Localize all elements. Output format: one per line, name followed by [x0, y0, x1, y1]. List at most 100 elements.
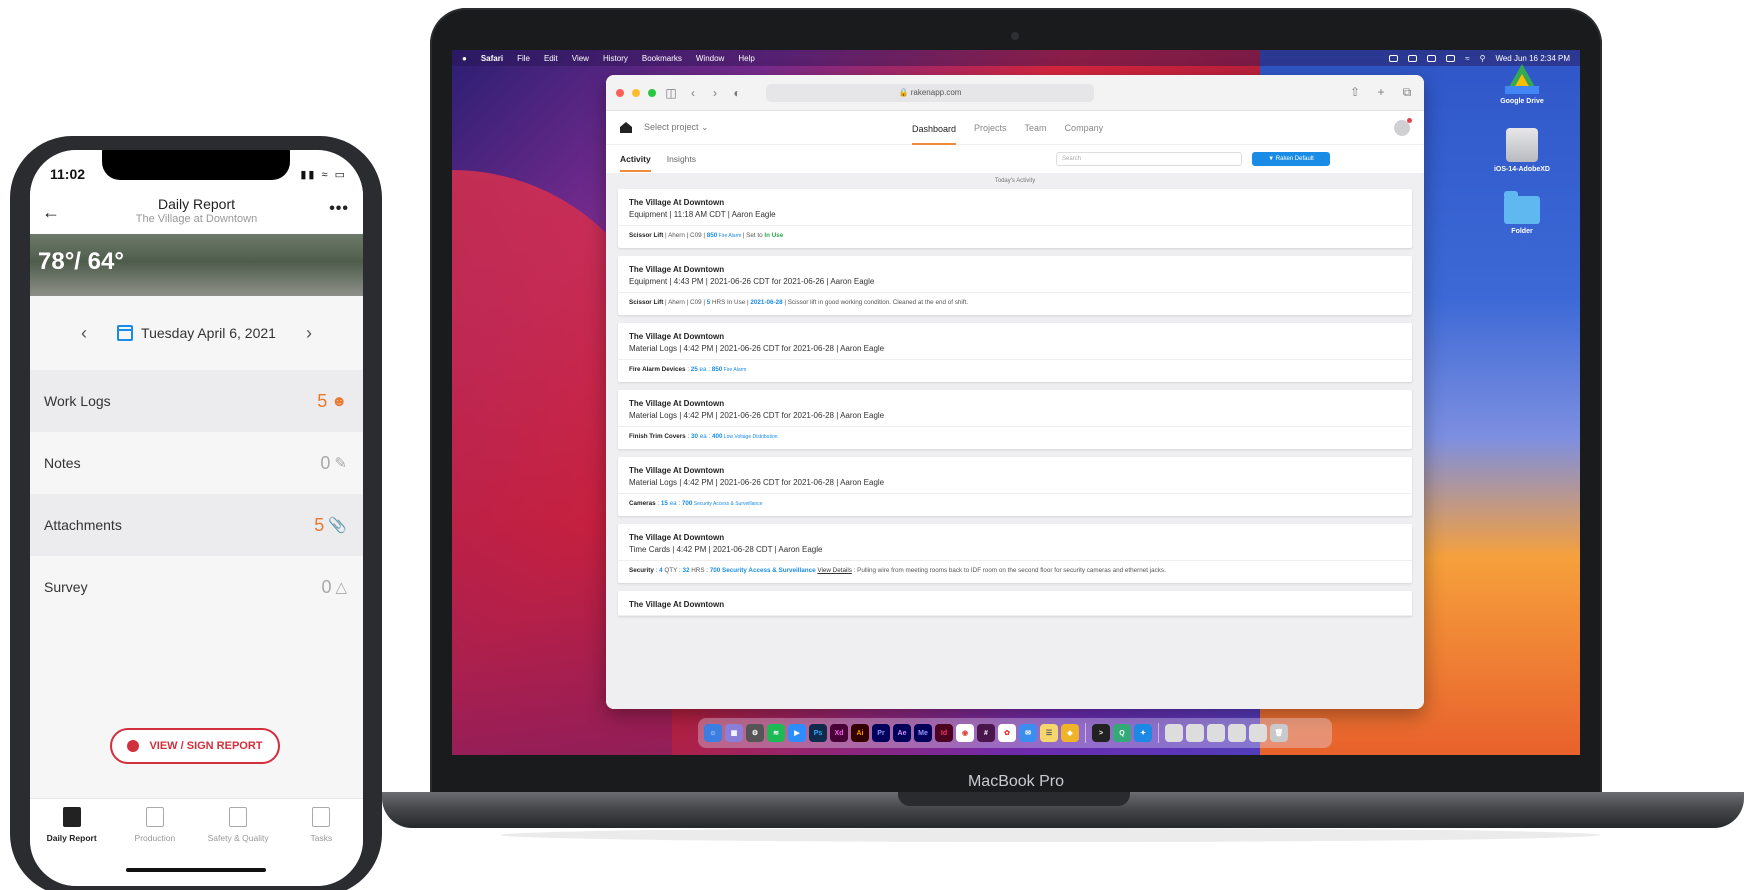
back-icon[interactable]: ‹	[686, 86, 700, 100]
sketch-icon[interactable]: ◆	[1061, 724, 1079, 742]
battery-icon[interactable]	[1446, 54, 1456, 62]
report-row-work-logs[interactable]: Work Logs 5 ☻	[30, 370, 363, 432]
wifi-icon[interactable]: ≈	[1465, 54, 1469, 63]
system-preferences-icon[interactable]: ⚙	[746, 724, 764, 742]
quicktime-icon[interactable]: Q	[1113, 724, 1131, 742]
photoshop-icon[interactable]: Ps	[809, 724, 827, 742]
tabs-overview-icon[interactable]: ⧉	[1400, 85, 1414, 100]
next-day-icon[interactable]: ›	[294, 323, 324, 344]
after-effects-icon[interactable]: Ae	[893, 724, 911, 742]
premiere-icon[interactable]: Pr	[872, 724, 890, 742]
mail-icon[interactable]: ✉	[1019, 724, 1037, 742]
person-icon: ☻	[331, 392, 347, 410]
activity-card[interactable]: The Village At Downtown Equipment | 4:43…	[618, 256, 1412, 315]
minimized-window-icon[interactable]	[1228, 724, 1246, 742]
date-picker[interactable]: Tuesday April 6, 2021	[117, 325, 276, 341]
media-encoder-icon[interactable]: Me	[914, 724, 932, 742]
minimize-window-button[interactable]	[632, 88, 640, 97]
card-qty-label: QTY :	[662, 567, 683, 574]
spotify-icon[interactable]: ≋	[767, 724, 785, 742]
illustrator-icon[interactable]: Ai	[851, 724, 869, 742]
tab-production[interactable]: Production	[113, 799, 196, 886]
search-input[interactable]: Search	[1056, 152, 1242, 166]
share-icon[interactable]: ⇧	[1348, 85, 1362, 100]
nav-projects[interactable]: Projects	[974, 123, 1007, 133]
minimized-window-icon[interactable]	[1186, 724, 1204, 742]
photos-icon[interactable]: ✿	[998, 724, 1016, 742]
menubar-history[interactable]: History	[603, 54, 628, 63]
previous-day-icon[interactable]: ‹	[69, 323, 99, 344]
indesign-icon[interactable]: Id	[935, 724, 953, 742]
sidebar-toggle-icon[interactable]: ◫	[664, 86, 678, 100]
minimized-window-icon[interactable]	[1249, 724, 1267, 742]
address-bar[interactable]: 🔒 rakenapp.com	[766, 83, 1094, 102]
menubar-help[interactable]: Help	[738, 54, 754, 63]
iphone-notch	[102, 150, 290, 180]
finder-icon[interactable]: ☺	[704, 724, 722, 742]
view-sign-report-button[interactable]: VIEW / SIGN REPORT	[110, 728, 280, 764]
tab-daily-report[interactable]: Daily Report	[30, 799, 113, 886]
record-dot-icon	[127, 740, 140, 752]
tab-activity[interactable]: Activity	[620, 154, 651, 172]
google-drive-icon	[1505, 64, 1539, 94]
new-tab-icon[interactable]: +	[1374, 85, 1388, 100]
minimized-window-icon[interactable]	[1165, 724, 1183, 742]
activity-card[interactable]: The Village At Downtown Equipment | 11:1…	[618, 189, 1412, 248]
minimized-window-icon[interactable]	[1207, 724, 1225, 742]
more-options-icon[interactable]: •••	[329, 200, 349, 218]
desktop-item-folder[interactable]: Folder	[1482, 191, 1562, 235]
menubar-edit[interactable]: Edit	[544, 54, 558, 63]
nav-team[interactable]: Team	[1025, 123, 1047, 133]
home-indicator[interactable]	[126, 868, 266, 872]
avatar[interactable]	[1394, 117, 1412, 136]
activity-card[interactable]: The Village At Downtown Material Logs | …	[618, 457, 1412, 516]
desktop-item-drive[interactable]: iOS-14-AdobeXD	[1482, 128, 1562, 173]
menubar-app-name[interactable]: Safari	[481, 54, 503, 63]
activity-card[interactable]: The Village At Downtown Material Logs | …	[618, 390, 1412, 449]
safari-icon[interactable]: ✦	[1134, 724, 1152, 742]
status-icon[interactable]	[1408, 54, 1418, 62]
xd-icon[interactable]: Xd	[830, 724, 848, 742]
privacy-shield-icon[interactable]: ◐	[730, 86, 744, 100]
tab-safety-quality[interactable]: Safety & Quality	[197, 799, 280, 886]
notes-icon[interactable]: ☰	[1040, 724, 1058, 742]
nav-company[interactable]: Company	[1065, 123, 1104, 133]
back-arrow-icon[interactable]: ←	[42, 202, 60, 223]
forward-icon[interactable]: ›	[708, 86, 722, 100]
menubar-view[interactable]: View	[572, 54, 589, 63]
terminal-icon[interactable]: >	[1092, 724, 1110, 742]
card-detail-text: | Set to	[742, 232, 765, 239]
weather-banner: 78°/ 64°	[30, 234, 363, 296]
view-details-link[interactable]: View Details	[817, 567, 852, 574]
tab-tasks[interactable]: Tasks	[280, 799, 363, 886]
zoom-icon[interactable]: ▶	[788, 724, 806, 742]
close-window-button[interactable]	[616, 88, 624, 97]
activity-card[interactable]: The Village At Downtown	[618, 591, 1412, 616]
report-row-attachments[interactable]: Attachments 5 📎	[30, 494, 363, 556]
zoom-window-button[interactable]	[648, 88, 656, 97]
launchpad-icon[interactable]: ▦	[725, 724, 743, 742]
menubar-bookmarks[interactable]: Bookmarks	[642, 54, 682, 63]
slack-icon[interactable]: #	[977, 724, 995, 742]
status-icon[interactable]	[1427, 54, 1437, 62]
menubar-window[interactable]: Window	[696, 54, 724, 63]
tab-insights[interactable]: Insights	[667, 154, 696, 164]
desktop-item-google-drive[interactable]: Google Drive	[1482, 64, 1562, 105]
report-row-notes[interactable]: Notes 0 ✎	[30, 432, 363, 494]
activity-card[interactable]: The Village At Downtown Material Logs | …	[618, 323, 1412, 382]
menubar-clock[interactable]: Wed Jun 16 2:34 PM	[1495, 54, 1570, 63]
report-row-survey[interactable]: Survey 0 △	[30, 556, 363, 618]
spotlight-icon[interactable]: ⚲	[1480, 54, 1486, 63]
home-icon[interactable]	[620, 122, 632, 133]
activity-card[interactable]: The Village At Downtown Time Cards | 4:4…	[618, 524, 1412, 583]
select-project-dropdown[interactable]: Select project ⌄	[644, 122, 709, 133]
nav-dashboard[interactable]: Dashboard	[912, 111, 957, 145]
card-title: The Village At Downtown	[629, 466, 725, 475]
trash-icon[interactable]: 🗑	[1270, 724, 1288, 742]
status-icon[interactable]	[1389, 54, 1399, 62]
apple-menu-icon[interactable]: ●	[462, 54, 467, 63]
card-date: 2021-06-28	[750, 299, 783, 306]
chrome-icon[interactable]: ◉	[956, 724, 974, 742]
menubar-file[interactable]: File	[517, 54, 530, 63]
filter-button[interactable]: ▼ Raken Default	[1252, 152, 1330, 166]
